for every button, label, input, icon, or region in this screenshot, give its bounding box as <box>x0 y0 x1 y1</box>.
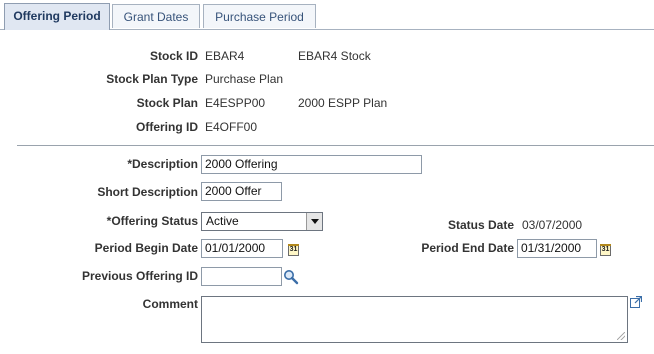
calendar-icon[interactable]: 31 <box>288 244 299 256</box>
previous-offering-id-label: Previous Offering ID <box>81 269 198 283</box>
status-date-label: Status Date <box>447 218 514 232</box>
status-date-value: 03/07/2000 <box>522 218 583 232</box>
tab-bar: Offering Period Grant Dates Purchase Per… <box>0 0 654 30</box>
comment-textarea[interactable] <box>201 296 628 343</box>
period-begin-date-input[interactable]: 01/01/2000 <box>201 239 283 258</box>
comment-label: Comment <box>142 297 198 311</box>
period-begin-date-label: Period Begin Date <box>94 241 198 255</box>
period-end-date-label: Period End Date <box>421 241 514 255</box>
period-end-date-input[interactable]: 01/31/2000 <box>517 239 597 258</box>
stock-plan-label: Stock Plan <box>136 96 198 110</box>
calendar-icon[interactable]: 31 <box>600 244 611 256</box>
tab-purchase-period[interactable]: Purchase Period <box>203 4 316 28</box>
stock-id-description: EBAR4 Stock <box>298 49 371 63</box>
stock-plan-type-value: Purchase Plan <box>205 72 284 86</box>
resize-grip-icon[interactable] <box>617 332 625 340</box>
offering-id-value: E4OFF00 <box>205 120 258 134</box>
offering-status-label: *Offering Status <box>106 214 198 228</box>
lookup-icon[interactable] <box>283 269 299 285</box>
description-label: *Description <box>127 157 198 171</box>
offering-status-select[interactable]: Active <box>201 212 323 231</box>
stock-plan-description: 2000 ESPP Plan <box>298 96 388 110</box>
chevron-down-icon[interactable] <box>306 213 322 230</box>
description-input[interactable]: 2000 Offering <box>201 155 422 174</box>
tab-grant-dates[interactable]: Grant Dates <box>112 4 200 28</box>
short-description-label: Short Description <box>97 185 198 199</box>
stock-plan-value: E4ESPP00 <box>205 96 266 110</box>
previous-offering-id-input[interactable] <box>201 267 282 286</box>
tab-offering-period[interactable]: Offering Period <box>4 3 110 30</box>
offering-id-label: Offering ID <box>136 120 198 134</box>
stock-id-value: EBAR4 <box>205 49 245 63</box>
stock-plan-type-label: Stock Plan Type <box>106 72 198 86</box>
offering-status-value: Active <box>206 214 239 228</box>
short-description-input[interactable]: 2000 Offer <box>201 182 282 201</box>
stock-id-label: Stock ID <box>149 49 198 63</box>
section-divider <box>17 145 654 146</box>
expand-icon[interactable] <box>630 296 642 308</box>
